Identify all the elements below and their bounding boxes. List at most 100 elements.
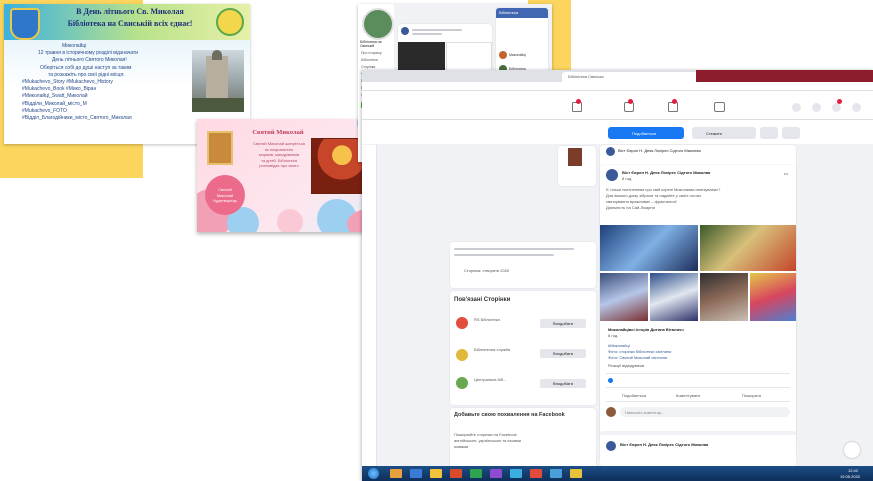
post-text-line: Для вашого дому зібрали та надайте у сво… bbox=[606, 193, 702, 198]
slide-body-line: #Миколайці_Swatt_Миколай bbox=[22, 93, 88, 100]
fb1-about-item[interactable]: Бібліотека bbox=[361, 57, 382, 64]
slide-body-line: та розкажіть про свої рідні місця: bbox=[48, 71, 125, 78]
more-button[interactable] bbox=[782, 127, 800, 139]
browser-window: Бібліотека Свиська Подобається Стежити С… bbox=[362, 70, 873, 481]
taskbar-app[interactable] bbox=[470, 469, 482, 478]
saint-slide-title: Святий Миколай bbox=[252, 129, 304, 136]
text-line bbox=[412, 33, 442, 35]
related-like-button[interactable]: Вподобати bbox=[540, 349, 586, 358]
divider bbox=[606, 373, 790, 374]
taskbar-app[interactable] bbox=[410, 469, 422, 478]
post-text-line: Діяльність на Сай-Лікарни bbox=[606, 205, 655, 210]
add-languages-line: Поширюйте сторінки на Facebook bbox=[454, 432, 517, 437]
city-crest-icon bbox=[10, 8, 40, 40]
post-author[interactable]: Віст Європ Н. Деяк Лохірес Сідтого Микол… bbox=[622, 170, 710, 175]
text-line bbox=[454, 254, 554, 256]
slide-body-line: #Відділ_Благодійники_місто_Святого_Микол… bbox=[22, 115, 132, 122]
taskbar-app[interactable] bbox=[450, 469, 462, 478]
related-pages-card: Пов'язані Сторінки RS Бібліотека Вподоба… bbox=[450, 291, 596, 405]
sidebar-item-top[interactable]: Сторінка: створити 2020 bbox=[464, 268, 509, 273]
taskbar-app[interactable] bbox=[430, 469, 442, 478]
related-avatar bbox=[456, 349, 468, 361]
address-bar[interactable] bbox=[362, 82, 873, 91]
post-photo[interactable] bbox=[600, 225, 698, 271]
post-avatar bbox=[606, 147, 615, 156]
page-name: Бібліотека на Свиській bbox=[360, 40, 382, 48]
notification-dot bbox=[672, 99, 677, 104]
slide-body-line: День літнього Святого Миколая! bbox=[52, 57, 127, 64]
post-link[interactable]: Фото: Святий Миколай світлини bbox=[608, 355, 667, 360]
taskbar-app[interactable] bbox=[530, 469, 542, 478]
left-photo-card bbox=[558, 146, 596, 186]
related-avatar bbox=[456, 317, 468, 329]
related-pages-title: Пов'язані Сторінки bbox=[454, 297, 511, 303]
groups-icon[interactable] bbox=[714, 102, 725, 112]
taskbar-app[interactable] bbox=[490, 469, 502, 478]
post-author-top[interactable]: Віст Європ Н. Деяк Лохірес Сідтого Микол… bbox=[618, 148, 701, 153]
account-icon[interactable] bbox=[852, 103, 861, 112]
second-post-avatar bbox=[606, 441, 616, 451]
notifications-icon[interactable] bbox=[832, 103, 841, 112]
commenter-avatar bbox=[606, 407, 616, 417]
post-link[interactable]: #Миколайці bbox=[608, 343, 630, 348]
add-languages-title: Добавьте свою похвалення на Facebook bbox=[454, 412, 565, 418]
share-action[interactable]: Поширити bbox=[742, 393, 761, 398]
text-line bbox=[454, 248, 574, 250]
comment-input[interactable]: Напишіть коментар... bbox=[620, 407, 790, 417]
post-photo[interactable] bbox=[650, 273, 698, 321]
slide-title-line1: В День літнього Св. Миколая bbox=[76, 7, 184, 16]
second-post-author[interactable]: Віст Європ Н. Деяк Лохірес Сідтого Микол… bbox=[620, 442, 708, 447]
follow-button[interactable]: Стежити bbox=[692, 127, 756, 139]
saint-portrait-small bbox=[207, 131, 233, 165]
slide-body-line: #Mukachevo_FOTO bbox=[22, 107, 67, 114]
taskbar-date[interactable]: 19.05.2020 bbox=[840, 474, 860, 479]
divider bbox=[606, 387, 790, 388]
comment-placeholder: Напишіть коментар... bbox=[625, 410, 665, 415]
fb1-about-item[interactable]: Про сторінку bbox=[361, 50, 382, 57]
menu-icon[interactable] bbox=[792, 103, 801, 112]
start-button[interactable] bbox=[368, 468, 379, 479]
post-photo[interactable] bbox=[600, 273, 648, 321]
related-name[interactable]: Центральна біб... bbox=[474, 377, 506, 382]
related-name[interactable]: RS Бібліотека bbox=[474, 317, 500, 322]
post-photo[interactable] bbox=[700, 225, 796, 271]
post-author-avatar bbox=[606, 169, 618, 181]
comment-action[interactable]: Коментувати bbox=[676, 393, 700, 398]
notification-dot bbox=[576, 99, 581, 104]
notification-dot bbox=[837, 99, 842, 104]
taskbar-app[interactable] bbox=[510, 469, 522, 478]
taskbar-time[interactable]: 12:42 bbox=[848, 468, 858, 473]
decor-circle bbox=[277, 209, 303, 232]
post-photo[interactable] bbox=[750, 273, 796, 321]
post-footer-text: Реакції відвідувачів bbox=[608, 363, 645, 368]
slide-body-line: Миколайці bbox=[62, 43, 87, 49]
saint-badge: Святий Миколай Чудотворець bbox=[205, 175, 245, 215]
messenger-icon[interactable] bbox=[812, 103, 821, 112]
post-link[interactable]: Фото: сторінки бібліотеки світлини bbox=[608, 349, 671, 354]
text-line bbox=[412, 29, 462, 31]
related-like-button[interactable]: Вподобати bbox=[540, 319, 586, 328]
sub-time: 8 год. bbox=[608, 333, 619, 338]
like-page-button[interactable]: Подобається bbox=[608, 127, 684, 139]
slide-body: Миколайці 12 травня в історичному розділ… bbox=[22, 43, 192, 122]
post-menu-icon[interactable]: ••• bbox=[784, 171, 788, 176]
fb1-widget-item[interactable]: Миколайці bbox=[499, 48, 526, 62]
saint-text-line: розповідає про свято bbox=[259, 163, 299, 168]
right-column bbox=[802, 145, 873, 471]
taskbar-app[interactable] bbox=[550, 469, 562, 478]
search-button[interactable] bbox=[760, 127, 778, 139]
taskbar-app[interactable] bbox=[390, 469, 402, 478]
sub-author[interactable]: Миколайцівсі Історія Дитина Віталичч bbox=[608, 327, 684, 332]
like-action[interactable]: Подобається bbox=[622, 393, 646, 398]
slide-body-line: 12 травня в історичному розділі відзнача… bbox=[38, 50, 138, 57]
church-photo bbox=[192, 50, 244, 112]
fb1-widget-title: Бібліотека bbox=[499, 10, 519, 15]
browser-tab-active-accent bbox=[696, 70, 873, 82]
taskbar-app[interactable] bbox=[570, 469, 582, 478]
post-photo[interactable] bbox=[700, 273, 748, 321]
new-message-button[interactable] bbox=[844, 442, 860, 458]
related-like-button[interactable]: Вподобати bbox=[540, 379, 586, 388]
add-languages-line: англійською, українською та іншими bbox=[454, 438, 521, 443]
left-photo bbox=[568, 148, 582, 166]
related-name[interactable]: Бібліотечна служба bbox=[474, 347, 510, 352]
